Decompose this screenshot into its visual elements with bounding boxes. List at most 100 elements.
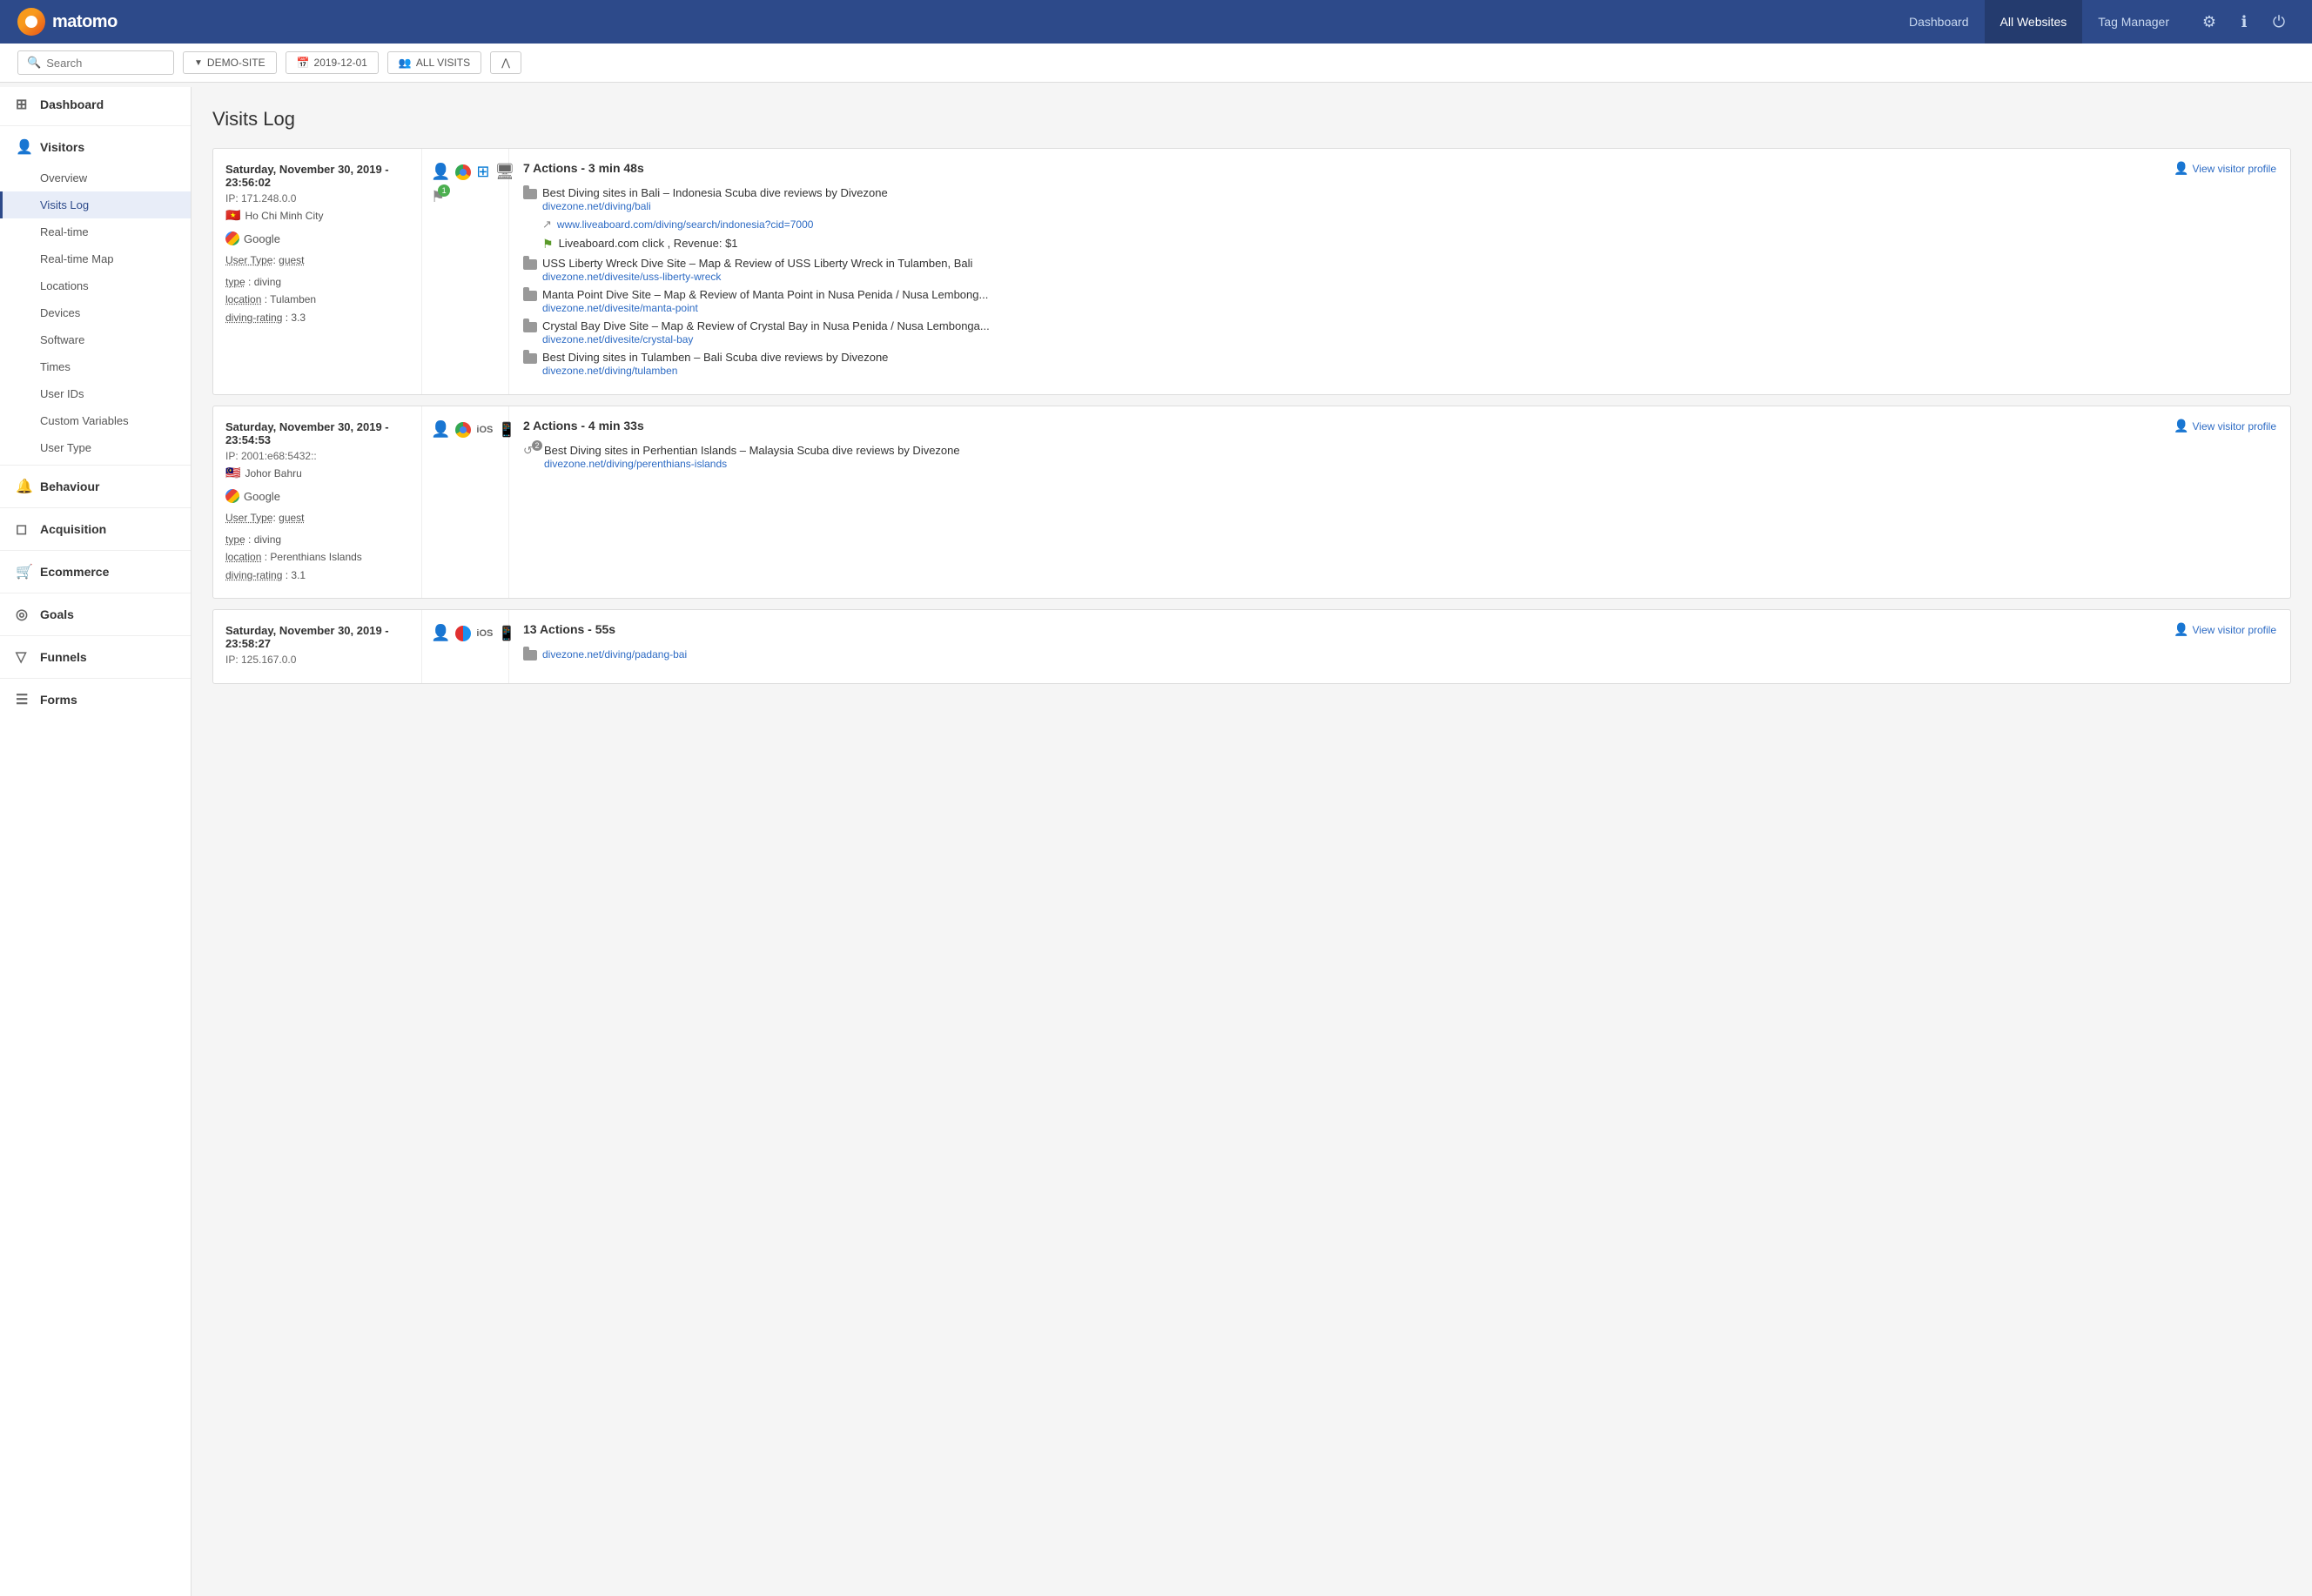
visit-icons: 👤 iOS 📱 [422, 406, 509, 598]
custom-var-type[interactable]: type [225, 533, 245, 546]
folder-icon [523, 650, 537, 661]
action-url[interactable]: divezone.net/diving/tulamben [542, 365, 677, 377]
top-navigation: matomo Dashboard All Websites Tag Manage… [0, 0, 2312, 44]
visitor-icon: 👤 [431, 163, 450, 181]
visitors-icon: 👤 [16, 138, 31, 156]
usertype-value: guest [279, 254, 304, 266]
view-profile-label: View visitor profile [2193, 624, 2276, 636]
action-url[interactable]: divezone.net/diving/perenthians-islands [544, 458, 727, 470]
visit-referrer: Google [225, 489, 409, 503]
actions-header: 13 Actions - 55s 👤 View visitor profile [523, 622, 2276, 637]
visit-referrer: Google [225, 231, 409, 245]
settings-icon[interactable]: ⚙ [2194, 6, 2225, 37]
action-text: divezone.net/diving/padang-bai [542, 647, 2276, 661]
sidebar-item-custom-vars[interactable]: Custom Variables [0, 407, 191, 434]
visit-ip: IP: 171.248.0.0 [225, 192, 409, 205]
visits-filter[interactable]: 👥 ALL VISITS [387, 51, 481, 74]
ios-label: iOS [476, 425, 493, 435]
date-selector[interactable]: 📅 2019-12-01 [286, 51, 379, 74]
usertype-value: guest [279, 512, 304, 524]
visit-datetime: Saturday, November 30, 2019 - 23:54:53 [225, 420, 409, 446]
action-url[interactable]: divezone.net/diving/bali [542, 200, 651, 212]
action-title: USS Liberty Wreck Dive Site – Map & Revi… [542, 257, 2276, 270]
custom-var-location[interactable]: location [225, 293, 261, 305]
visit-custom-vars: type : diving location : Perenthians Isl… [225, 531, 409, 584]
nav-tag-manager[interactable]: Tag Manager [2082, 0, 2185, 44]
action-text: Manta Point Dive Site – Map & Review of … [542, 288, 2276, 314]
sidebar-item-user-type[interactable]: User Type [0, 434, 191, 461]
sidebar-item-realtime-map[interactable]: Real-time Map [0, 245, 191, 272]
sidebar-item-userids[interactable]: User IDs [0, 380, 191, 407]
action-url[interactable]: divezone.net/diving/padang-bai [542, 648, 687, 661]
collapse-btn[interactable]: ⋀ [490, 51, 521, 74]
action-url[interactable]: www.liveaboard.com/diving/search/indones… [557, 218, 814, 231]
logo[interactable]: matomo [17, 8, 118, 36]
visit-datetime: Saturday, November 30, 2019 - 23:58:27 [225, 624, 409, 650]
custom-var-location[interactable]: location [225, 551, 261, 563]
search-box[interactable]: 🔍 [17, 50, 174, 75]
nav-dashboard[interactable]: Dashboard [1893, 0, 1985, 44]
sidebar-section-forms[interactable]: ☰ Forms [0, 682, 191, 717]
search-input[interactable] [46, 57, 165, 70]
folder-icon [523, 259, 537, 270]
action-title: Crystal Bay Dive Site – Map & Review of … [542, 319, 2276, 332]
folder-icon [523, 189, 537, 199]
sidebar-section-ecommerce[interactable]: 🛒 Ecommerce [0, 554, 191, 589]
view-visitor-profile-link[interactable]: 👤 View visitor profile [2174, 161, 2276, 176]
actions-header: 2 Actions - 4 min 33s 👤 View visitor pro… [523, 419, 2276, 433]
logo-icon [17, 8, 45, 36]
visit-info: Saturday, November 30, 2019 - 23:58:27 I… [213, 610, 422, 683]
sidebar-section-acquisition[interactable]: ◻ Acquisition [0, 512, 191, 547]
sidebar-item-realtime[interactable]: Real-time [0, 218, 191, 245]
nav-all-websites[interactable]: All Websites [1985, 0, 2083, 44]
custom-var-type[interactable]: type [225, 276, 245, 288]
search-icon: 🔍 [27, 56, 41, 70]
view-visitor-profile-link[interactable]: 👤 View visitor profile [2174, 622, 2276, 637]
sidebar-item-times[interactable]: Times [0, 353, 191, 380]
site-selector[interactable]: ▼ DEMO-SITE [183, 51, 277, 74]
sidebar-section-visitors[interactable]: 👤 Visitors [0, 130, 191, 164]
sidebar-section-dashboard[interactable]: ⊞ Dashboard [0, 87, 191, 122]
visits-label: ALL VISITS [416, 57, 470, 69]
ios-label: iOS [476, 628, 493, 639]
custom-var-rating[interactable]: diving-rating [225, 312, 282, 324]
sidebar-item-overview[interactable]: Overview [0, 164, 191, 191]
action-text: Best Diving sites in Bali – Indonesia Sc… [542, 186, 2276, 212]
view-visitor-profile-link[interactable]: 👤 View visitor profile [2174, 419, 2276, 433]
action-url[interactable]: divezone.net/divesite/crystal-bay [542, 333, 693, 345]
action-item: Crystal Bay Dive Site – Map & Review of … [523, 319, 2276, 345]
action-item: ↗ www.liveaboard.com/diving/search/indon… [542, 218, 2276, 231]
visit-icons: 👤 ⊞ 🖥 ⚑ 1 [422, 149, 509, 394]
visit-location: 🇲🇾 Johor Bahru [225, 466, 409, 480]
logout-icon[interactable]: ⏻ [2263, 6, 2295, 37]
visit-card: Saturday, November 30, 2019 - 23:58:27 I… [212, 609, 2291, 684]
main-content: Visits Log Saturday, November 30, 2019 -… [192, 87, 2312, 715]
visit-ip: IP: 125.167.0.0 [225, 654, 409, 666]
action-item: Manta Point Dive Site – Map & Review of … [523, 288, 2276, 314]
action-url[interactable]: divezone.net/divesite/uss-liberty-wreck [542, 271, 721, 283]
profile-icon: 👤 [2174, 161, 2188, 176]
sidebar-section-goals[interactable]: ◎ Goals [0, 597, 191, 632]
sidebar-item-locations[interactable]: Locations [0, 272, 191, 299]
sidebar-item-software[interactable]: Software [0, 326, 191, 353]
sidebar-section-funnels[interactable]: ▽ Funnels [0, 640, 191, 674]
visitor-icon: 👤 [431, 420, 450, 439]
profile-icon: 👤 [2174, 622, 2188, 637]
site-label: DEMO-SITE [207, 57, 265, 69]
sidebar-section-behaviour[interactable]: 🔔 Behaviour [0, 469, 191, 504]
actions-summary: 7 Actions - 3 min 48s [523, 161, 644, 175]
custom-var-rating[interactable]: diving-rating [225, 569, 282, 581]
sidebar-item-visits-log[interactable]: Visits Log [0, 191, 191, 218]
action-text: Best Diving sites in Tulamben – Bali Scu… [542, 351, 2276, 377]
sidebar-item-devices[interactable]: Devices [0, 299, 191, 326]
action-text: Crystal Bay Dive Site – Map & Review of … [542, 319, 2276, 345]
referrer-name: Google [244, 232, 280, 245]
external-link-icon: ↗ [542, 218, 552, 231]
city-name: Ho Chi Minh City [245, 210, 323, 222]
visit-custom-vars: type : diving location : Tulamben diving… [225, 273, 409, 326]
dashboard-icon: ⊞ [16, 96, 31, 113]
info-icon[interactable]: ℹ [2228, 6, 2260, 37]
caret-icon: ▼ [194, 58, 203, 68]
action-url[interactable]: divezone.net/divesite/manta-point [542, 302, 698, 314]
reload-icon: ↺2 [523, 444, 539, 459]
